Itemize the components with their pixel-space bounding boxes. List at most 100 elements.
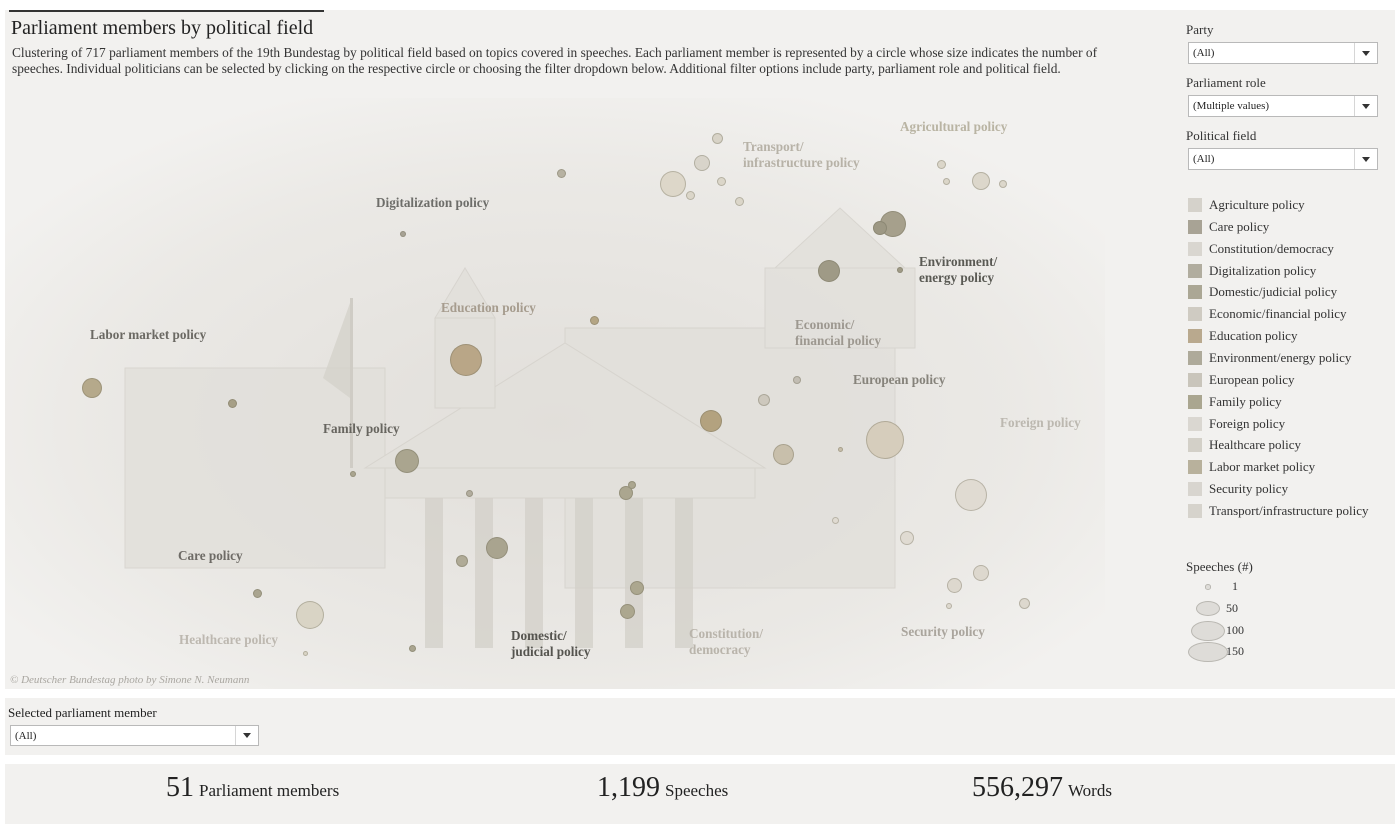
member-circle[interactable] [296, 601, 324, 629]
photo-credit: © Deutscher Bundestag photo by Simone N.… [10, 674, 250, 686]
kpi-members-value: 51 [166, 772, 194, 803]
legend-item[interactable]: Foreign policy [1188, 415, 1285, 433]
legend-item[interactable]: Healthcare policy [1188, 436, 1301, 454]
member-circle[interactable] [82, 378, 102, 398]
member-circle[interactable] [943, 178, 950, 185]
legend-label: European policy [1209, 371, 1295, 387]
legend-item[interactable]: Security policy [1188, 480, 1288, 498]
legend-label: Family policy [1209, 393, 1282, 409]
legend-swatch [1188, 438, 1202, 453]
member-circle[interactable] [450, 344, 482, 376]
legend-swatch [1188, 460, 1202, 475]
kpi-words-label: Words [1068, 781, 1112, 800]
legend-item[interactable]: European policy [1188, 371, 1295, 389]
member-circle[interactable] [947, 578, 962, 593]
legend-label: Labor market policy [1209, 459, 1316, 475]
member-circle[interactable] [228, 399, 237, 408]
legend-label: Constitution/democracy [1209, 240, 1334, 256]
legend-item[interactable]: Education policy [1188, 327, 1297, 345]
chevron-down-icon[interactable] [1354, 96, 1377, 116]
size-legend-circle [1191, 620, 1225, 641]
kpi-speeches-label: Speeches [665, 781, 729, 800]
legend-item[interactable]: Labor market policy [1188, 458, 1315, 476]
legend-swatch [1188, 350, 1202, 365]
member-circle[interactable] [972, 172, 990, 190]
legend-swatch [1188, 285, 1202, 300]
member-circle[interactable] [456, 555, 468, 567]
member-circle[interactable] [712, 133, 723, 144]
kpi-members: 51 Parliament members [166, 772, 339, 804]
member-circle[interactable] [409, 645, 416, 652]
member-circle[interactable] [717, 177, 726, 186]
member-circle[interactable] [946, 603, 952, 609]
chevron-down-icon[interactable] [1354, 149, 1377, 169]
size-legend-label: 100 [1226, 622, 1244, 637]
legend-item[interactable]: Constitution/democracy [1188, 240, 1334, 258]
chevron-down-icon[interactable] [235, 726, 258, 745]
member-circle[interactable] [973, 565, 989, 581]
member-circle[interactable] [818, 260, 840, 282]
legend-swatch [1188, 394, 1202, 409]
member-circle[interactable] [557, 169, 566, 178]
member-circle[interactable] [735, 197, 744, 206]
field-filter-dropdown[interactable]: (All) [1188, 148, 1378, 170]
legend-item[interactable]: Transport/infrastructure policy [1188, 502, 1368, 520]
member-circle[interactable] [793, 376, 801, 384]
member-circle[interactable] [466, 490, 473, 497]
legend-item[interactable]: Economic/financial policy [1188, 305, 1347, 323]
role-filter-dropdown[interactable]: (Multiple values) [1188, 95, 1378, 117]
page-description: Clustering of 717 parliament members of … [12, 45, 1098, 76]
member-circle[interactable] [773, 444, 794, 465]
field-label-agricultural: Agricultural policy [900, 119, 1008, 134]
member-circle[interactable] [694, 155, 710, 171]
kpi-words: 556,297 Words [972, 772, 1112, 804]
kpi-members-label: Parliament members [199, 781, 340, 800]
member-circle[interactable] [686, 191, 695, 200]
member-filter-value: (All) [15, 730, 37, 742]
member-circle[interactable] [999, 180, 1007, 188]
legend-label: Environment/energy policy [1209, 349, 1352, 365]
member-circle[interactable] [873, 221, 887, 235]
member-circle[interactable] [590, 316, 599, 325]
chevron-down-icon[interactable] [1354, 43, 1377, 63]
member-circle[interactable] [660, 171, 686, 197]
legend-label: Care policy [1209, 218, 1270, 234]
member-circle[interactable] [350, 471, 356, 477]
member-circle[interactable] [937, 160, 946, 169]
legend-item[interactable]: Care policy [1188, 218, 1269, 236]
member-circle[interactable] [400, 231, 406, 237]
field-label-transport: Transport/ infrastructure policy [743, 139, 860, 170]
legend-item[interactable]: Domestic/judicial policy [1188, 283, 1337, 301]
member-circle[interactable] [955, 479, 987, 511]
member-circle[interactable] [838, 447, 843, 452]
kpi-speeches: 1,199 Speeches [597, 772, 728, 804]
member-circle[interactable] [832, 517, 839, 524]
member-circle[interactable] [900, 531, 914, 545]
member-circle[interactable] [630, 581, 644, 595]
member-circle[interactable] [897, 267, 903, 273]
member-circle[interactable] [866, 421, 904, 459]
kpi-words-value: 556,297 [972, 772, 1063, 803]
member-circle[interactable] [620, 604, 635, 619]
legend-item[interactable]: Digitalization policy [1188, 262, 1316, 280]
legend-item[interactable]: Agriculture policy [1188, 196, 1305, 214]
size-legend-title: Speeches (#) [1186, 559, 1253, 574]
field-filter-label: Political field [1186, 128, 1257, 143]
field-label-economic: Economic/ financial policy [795, 317, 882, 348]
legend-item[interactable]: Environment/energy policy [1188, 349, 1351, 367]
member-circle[interactable] [1019, 598, 1030, 609]
member-circle[interactable] [303, 651, 308, 656]
field-label-digitalization: Digitalization policy [376, 195, 490, 210]
legend-swatch [1188, 329, 1202, 344]
legend-item[interactable]: Family policy [1188, 393, 1282, 411]
member-circle[interactable] [395, 449, 419, 473]
member-circle[interactable] [628, 481, 636, 489]
member-circle[interactable] [253, 589, 262, 598]
party-filter-dropdown[interactable]: (All) [1188, 42, 1378, 64]
member-circle[interactable] [758, 394, 770, 406]
field-label-security: Security policy [901, 624, 985, 639]
member-filter-dropdown[interactable]: (All) [10, 725, 259, 746]
member-circle[interactable] [486, 537, 508, 559]
size-legend-circle [1204, 584, 1212, 590]
member-circle[interactable] [700, 410, 722, 432]
